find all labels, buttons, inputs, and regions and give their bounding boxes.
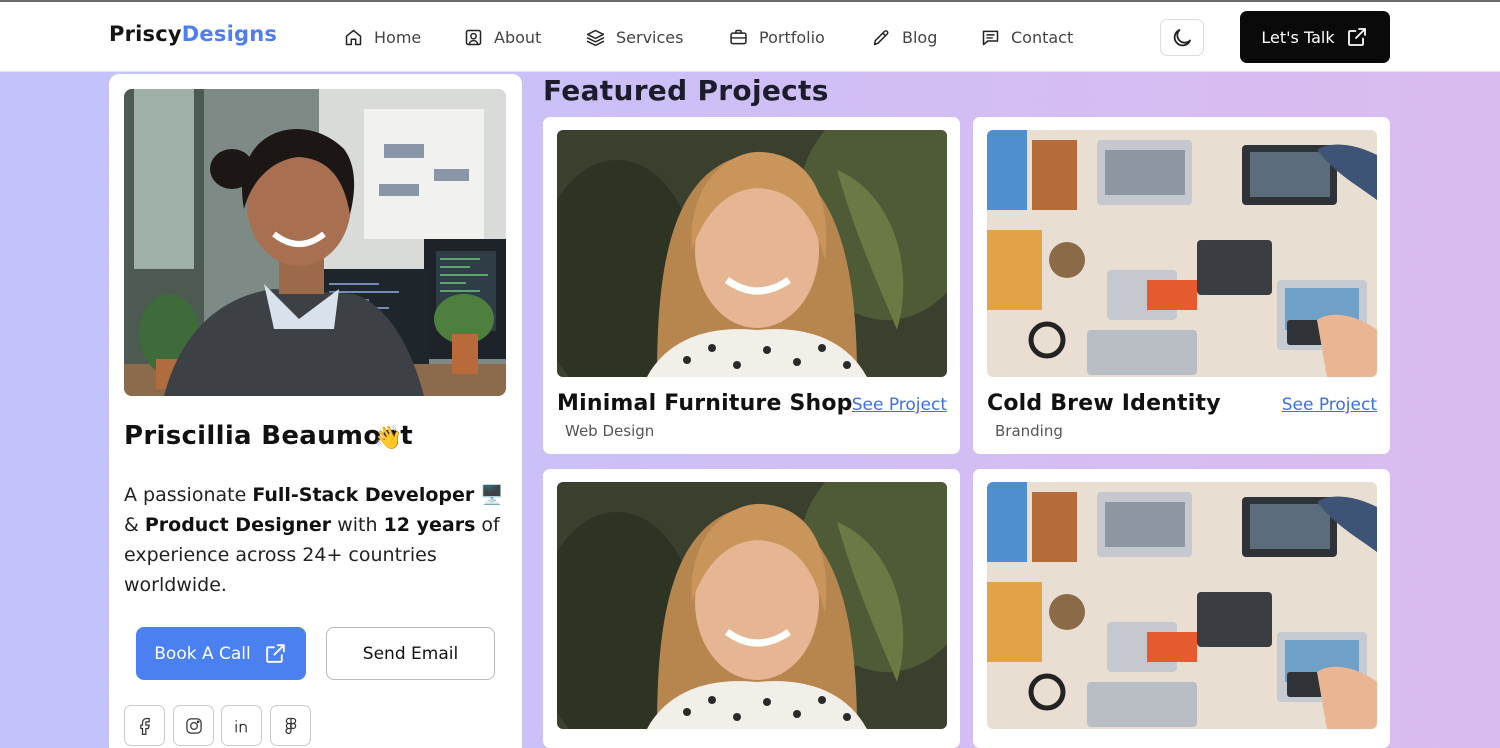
- layers-icon: [586, 29, 605, 46]
- send-email-button[interactable]: Send Email: [326, 627, 495, 680]
- figma-icon: [284, 717, 296, 734]
- project-card: [973, 469, 1390, 748]
- book-a-call-label: Book A Call: [154, 643, 251, 664]
- see-project-link[interactable]: See Project: [1282, 395, 1377, 415]
- nav-item-label: Home: [374, 27, 422, 47]
- nav-item-about[interactable]: About: [463, 24, 541, 50]
- nav-item-label: Services: [616, 27, 684, 47]
- book-a-call-button[interactable]: Book A Call: [136, 627, 306, 680]
- nav-item-label: About: [494, 27, 542, 47]
- project-card: Cold Brew Identity See Project Branding: [973, 117, 1390, 454]
- featured-projects-title: Featured Projects: [543, 74, 829, 107]
- project-card: [543, 469, 960, 748]
- brand-name-part1: Priscy: [109, 22, 182, 46]
- project-title: Minimal Furniture Shop: [557, 391, 853, 416]
- profile-photo: [124, 89, 506, 396]
- briefcase-icon: [730, 29, 747, 44]
- waving-hand-emoji: 👋: [374, 425, 403, 451]
- project-title: Cold Brew Identity: [987, 391, 1221, 416]
- see-project-link[interactable]: See Project: [852, 395, 947, 415]
- nav-item-blog[interactable]: Blog: [871, 24, 937, 50]
- profile-card: Priscillia Beaumont 👋 A passionate Full-…: [109, 74, 522, 748]
- project-category: Web Design: [565, 422, 655, 440]
- project-image-workspace[interactable]: [987, 482, 1377, 729]
- nav-item-label: Portfolio: [759, 27, 825, 47]
- nav-item-label: Contact: [1011, 27, 1074, 47]
- message-icon: [982, 30, 999, 45]
- project-image-portrait[interactable]: [557, 482, 947, 729]
- theme-toggle-button[interactable]: [1160, 19, 1204, 56]
- facebook-link[interactable]: [124, 705, 165, 746]
- project-category: Branding: [995, 422, 1063, 440]
- profile-name: Priscillia Beaumont: [124, 421, 414, 451]
- pen-icon: [873, 29, 889, 45]
- external-link-icon: [1347, 28, 1366, 46]
- instagram-icon: [185, 717, 202, 734]
- nav-item-contact[interactable]: Contact: [980, 24, 1073, 50]
- lets-talk-button[interactable]: Let's Talk: [1240, 11, 1390, 63]
- nav-item-services[interactable]: Services: [585, 24, 683, 50]
- project-image-portrait[interactable]: [557, 130, 947, 377]
- nav-item-label: Blog: [902, 27, 938, 47]
- instagram-link[interactable]: [173, 705, 214, 746]
- figma-link[interactable]: [270, 705, 311, 746]
- brand-logo[interactable]: PriscyDesigns: [109, 22, 277, 46]
- home-icon: [345, 29, 362, 45]
- linkedin-link[interactable]: [221, 705, 262, 746]
- external-link-icon: [265, 644, 285, 663]
- moon-icon: [1173, 28, 1191, 46]
- user-square-icon: [465, 29, 482, 45]
- nav-item-home[interactable]: Home: [343, 24, 421, 50]
- facebook-icon: [139, 717, 150, 735]
- brand-name-part2: Designs: [181, 22, 278, 46]
- profile-bio: A passionate Full-Stack Developer 🖥️ & P…: [124, 484, 504, 596]
- linkedin-icon: [235, 719, 247, 732]
- project-card: Minimal Furniture Shop See Project Web D…: [543, 117, 960, 454]
- top-navbar: PriscyDesigns Home About Services Portfo…: [0, 2, 1500, 72]
- project-image-workspace[interactable]: [987, 130, 1377, 377]
- lets-talk-label: Let's Talk: [1261, 27, 1335, 47]
- nav-item-portfolio[interactable]: Portfolio: [728, 24, 825, 50]
